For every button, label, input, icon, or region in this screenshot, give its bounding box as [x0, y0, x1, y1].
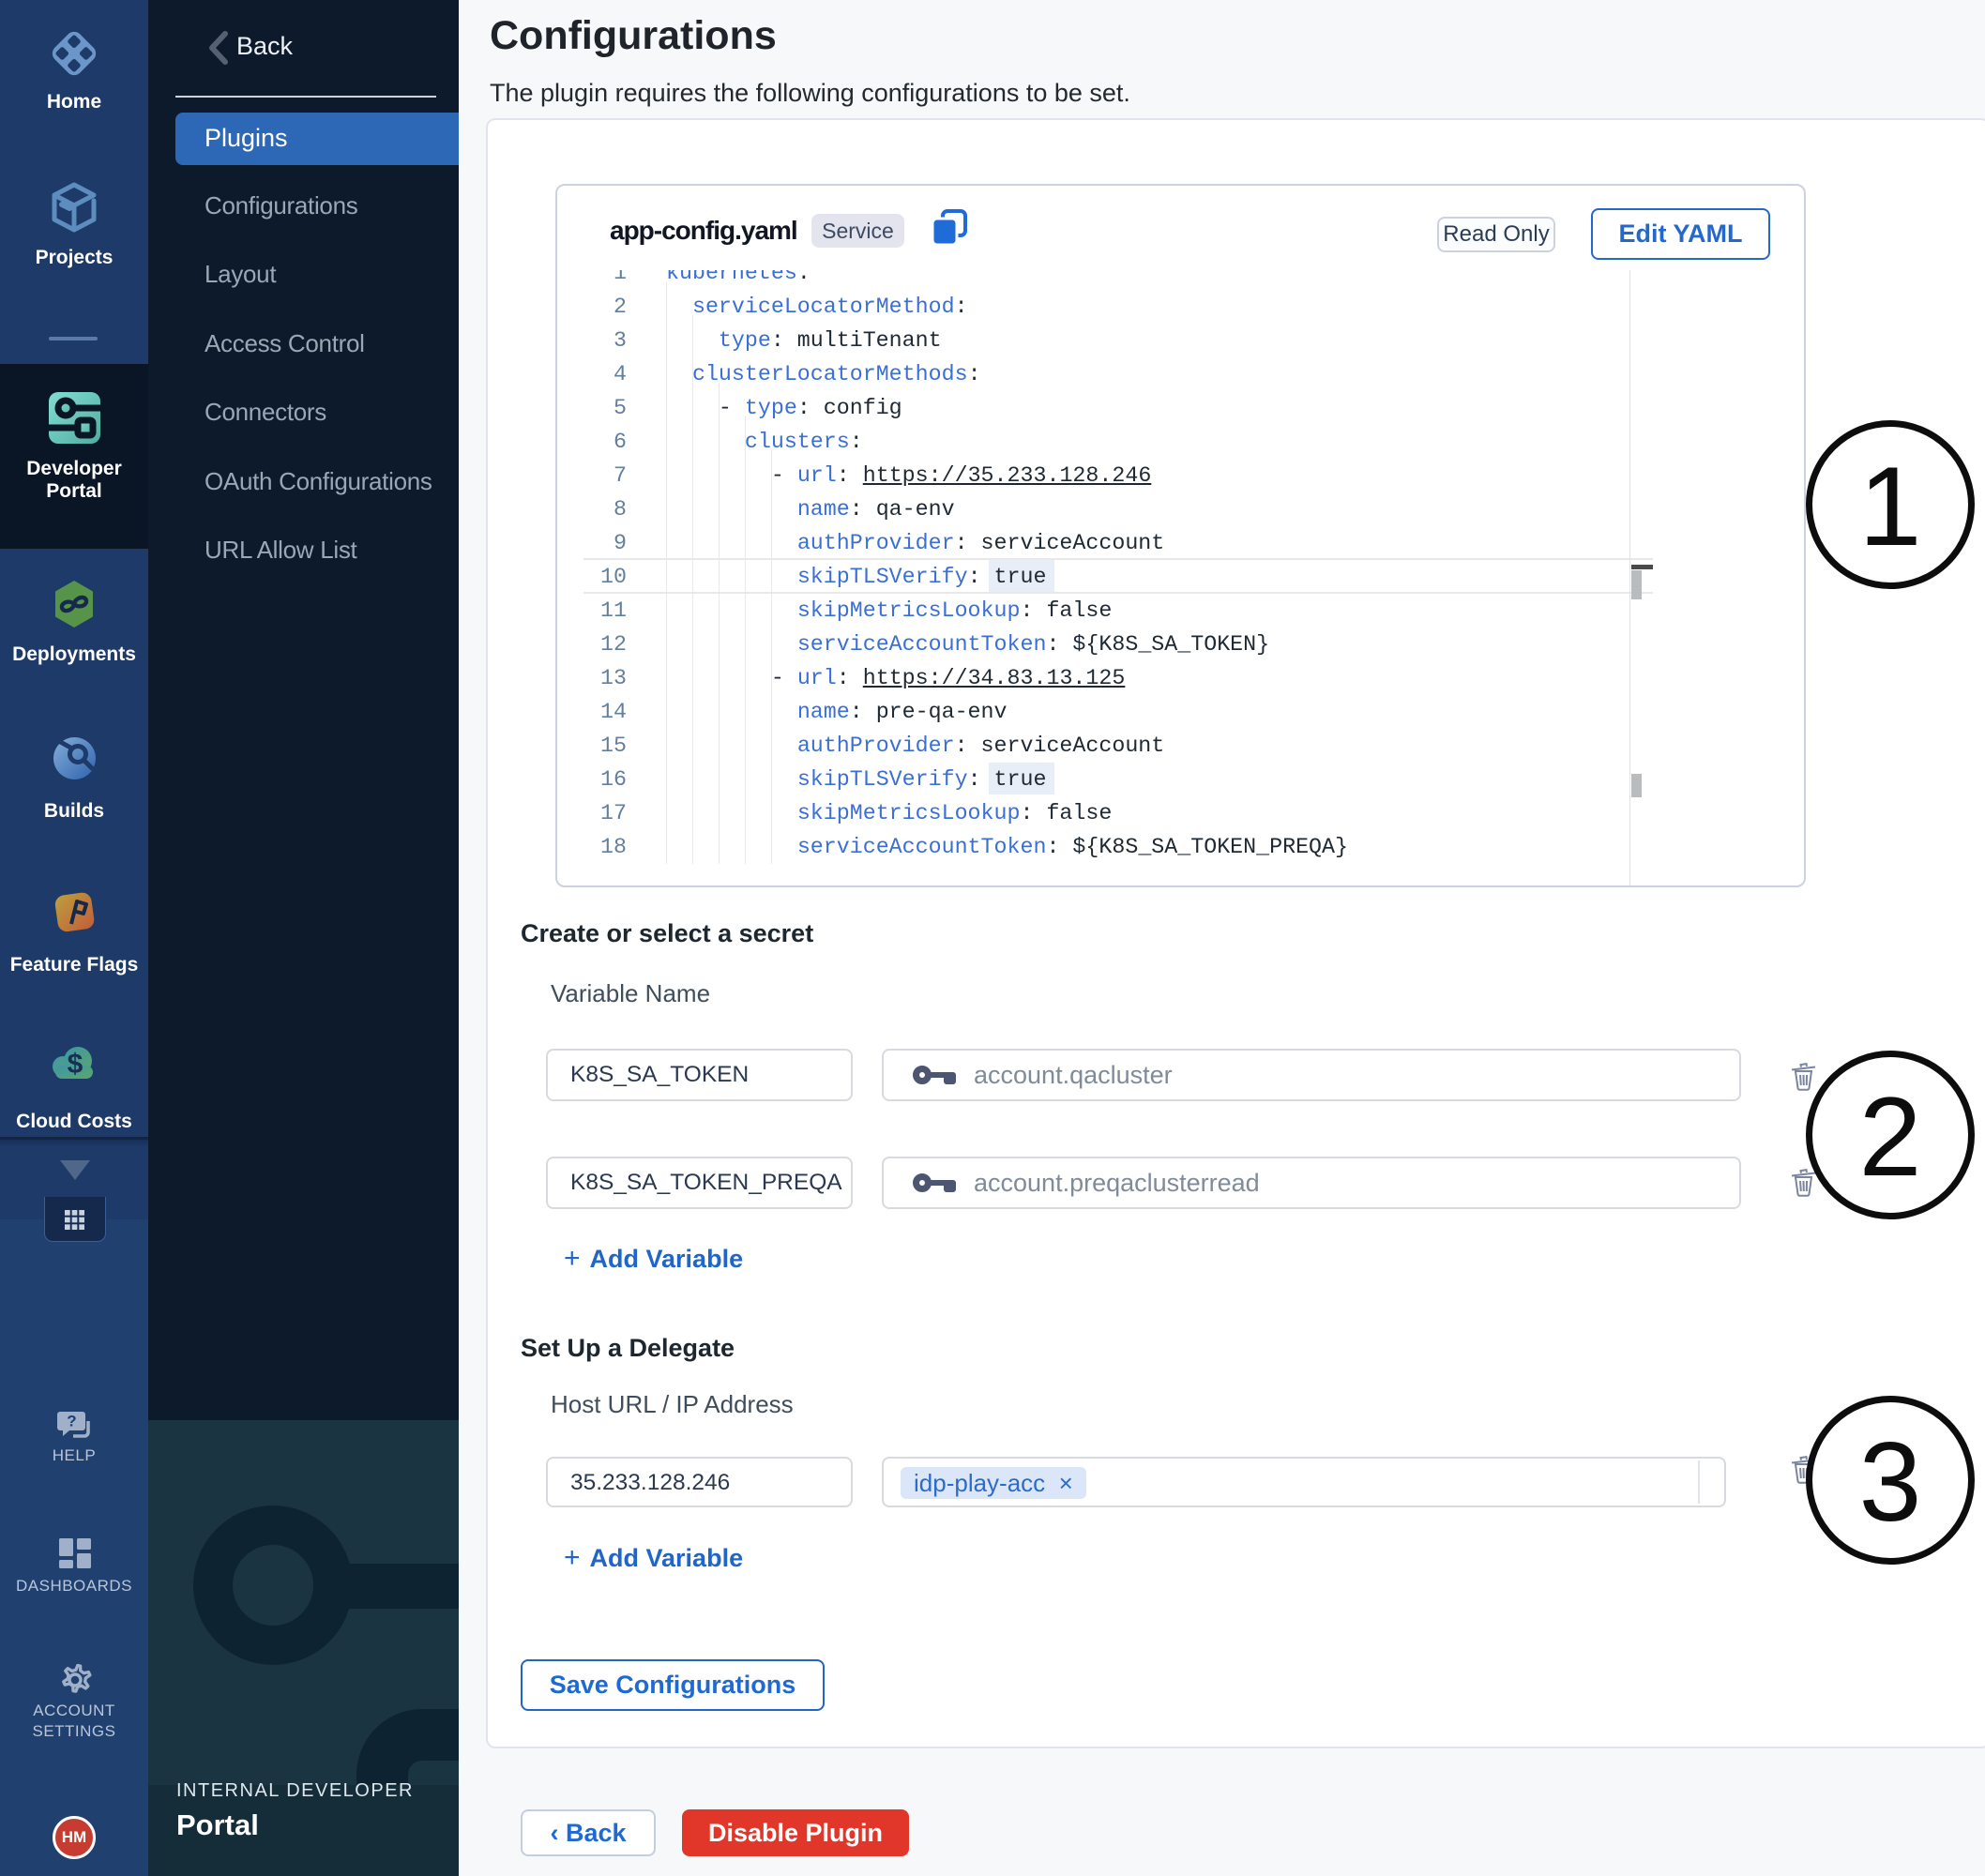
svg-text:3: 3: [1859, 1419, 1922, 1545]
svg-text:?: ?: [67, 1413, 76, 1430]
svg-text:$: $: [68, 1049, 83, 1080]
svg-text:2: 2: [1859, 1074, 1922, 1200]
svg-text:1: 1: [1859, 444, 1922, 569]
